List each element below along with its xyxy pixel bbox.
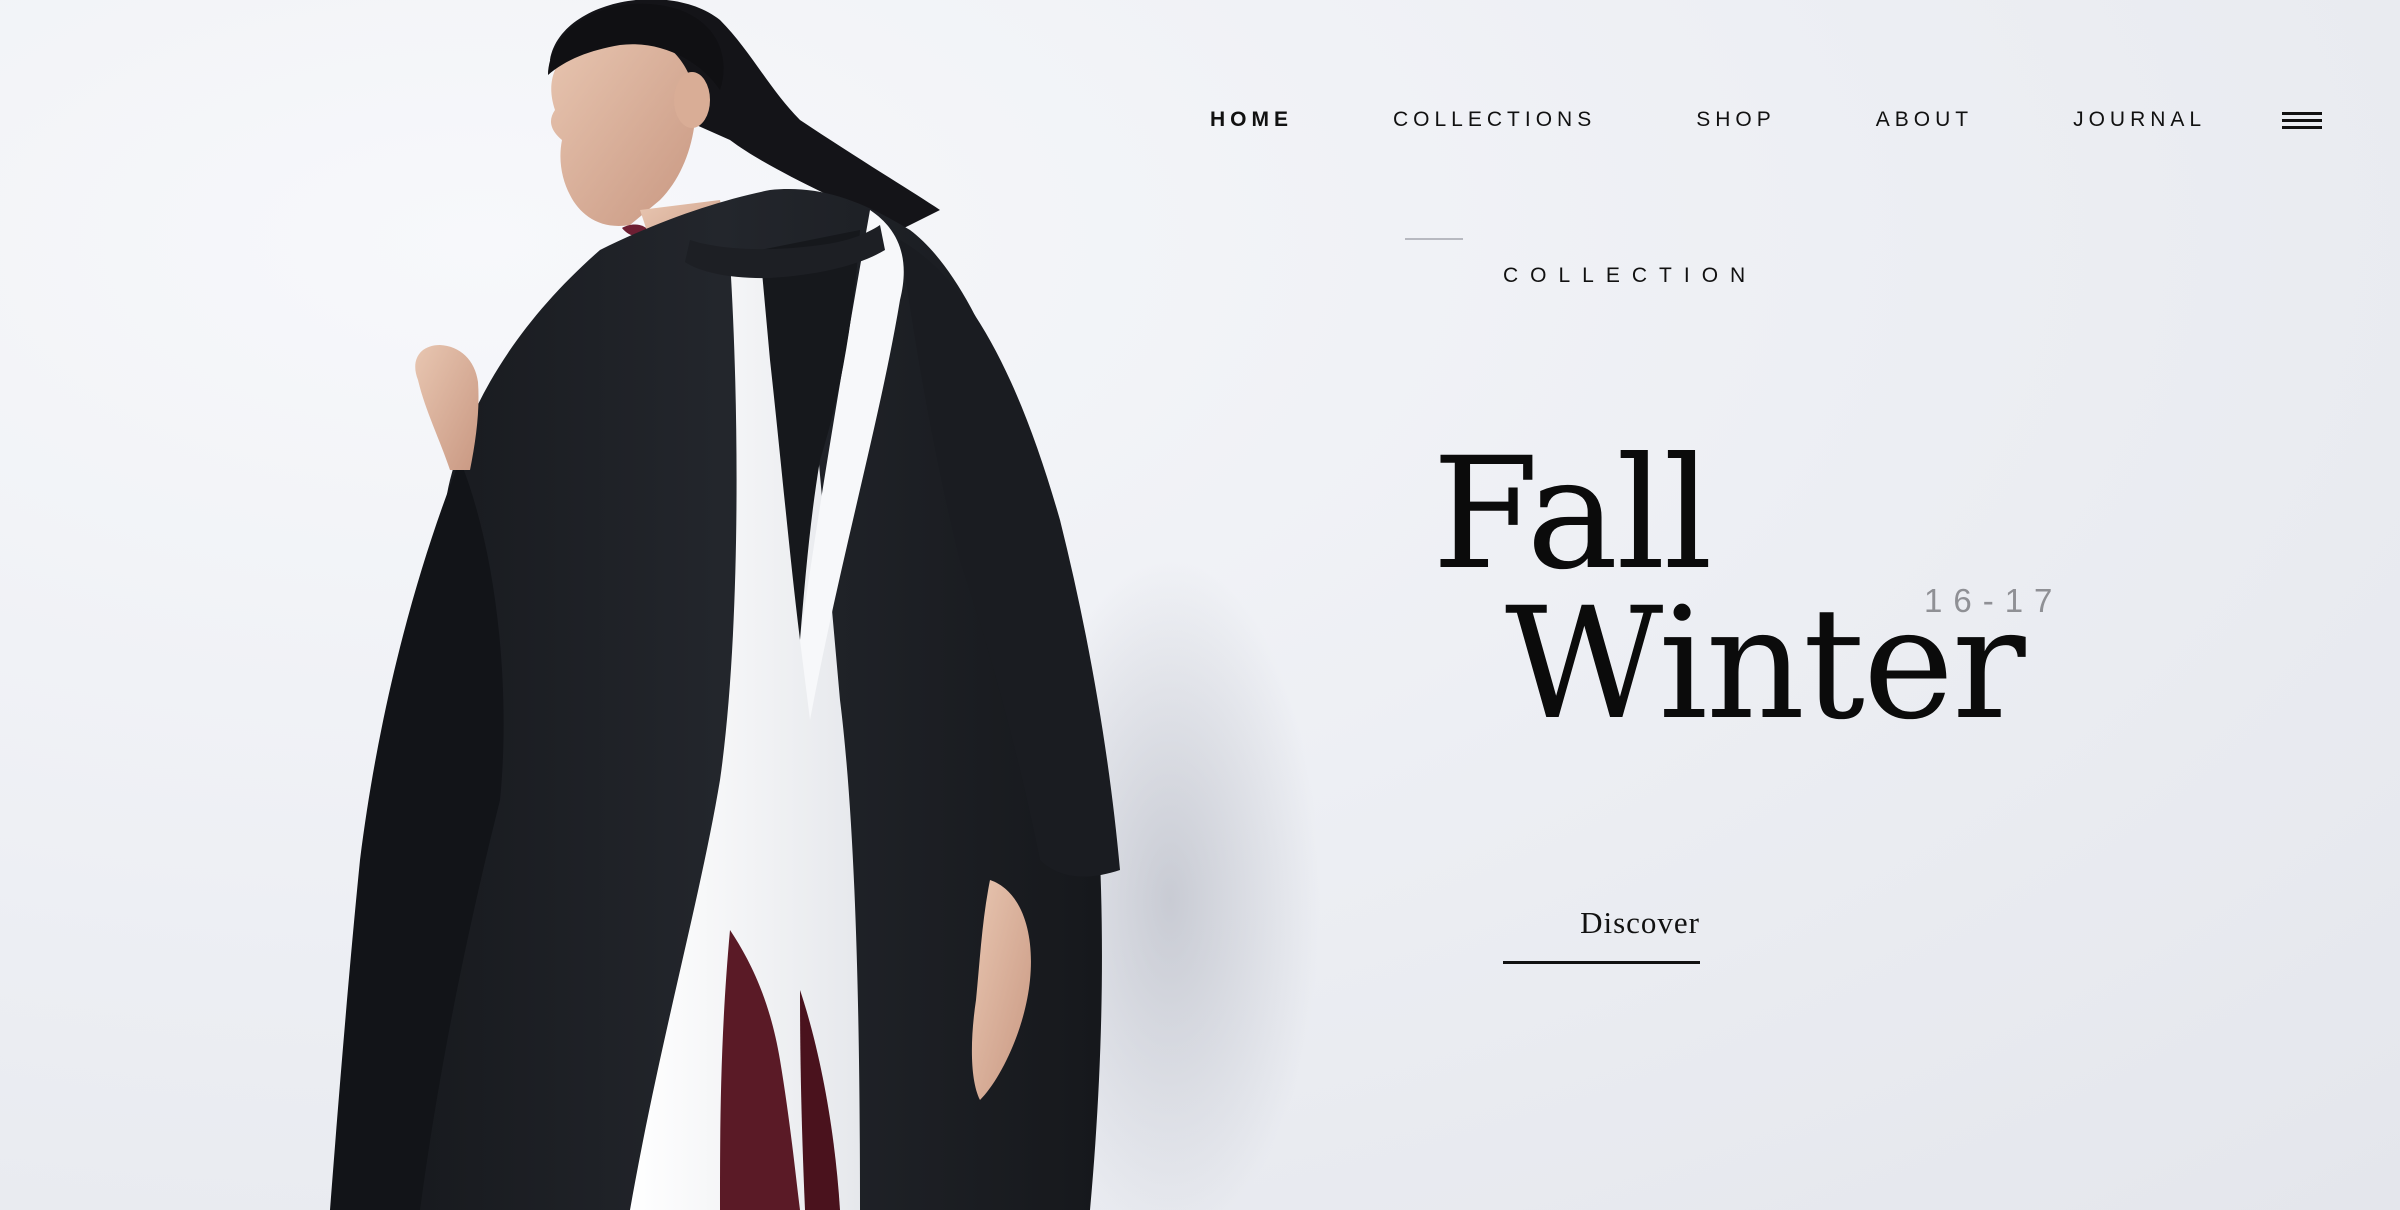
- hero-page: HOME COLLECTIONS SHOP ABOUT JOURNAL COLL…: [0, 0, 2400, 1210]
- eyebrow-divider: [1405, 238, 1463, 240]
- hero-title-line1: Fall: [1432, 425, 1713, 604]
- nav-item-about[interactable]: ABOUT: [1876, 108, 1973, 132]
- season-years: 16-17: [1924, 582, 2064, 619]
- discover-button[interactable]: Discover: [1503, 905, 1700, 964]
- nav-item-journal[interactable]: JOURNAL: [2073, 108, 2206, 132]
- hamburger-menu-icon[interactable]: [2282, 112, 2322, 134]
- nav-item-shop[interactable]: SHOP: [1696, 108, 1776, 132]
- collection-eyebrow: COLLECTION: [1503, 264, 1758, 287]
- main-nav: HOME COLLECTIONS SHOP ABOUT JOURNAL: [1210, 108, 2306, 132]
- hero-model-image: [300, 0, 1400, 1210]
- nav-item-collections[interactable]: COLLECTIONS: [1393, 108, 1596, 132]
- nav-item-home[interactable]: HOME: [1210, 108, 1293, 132]
